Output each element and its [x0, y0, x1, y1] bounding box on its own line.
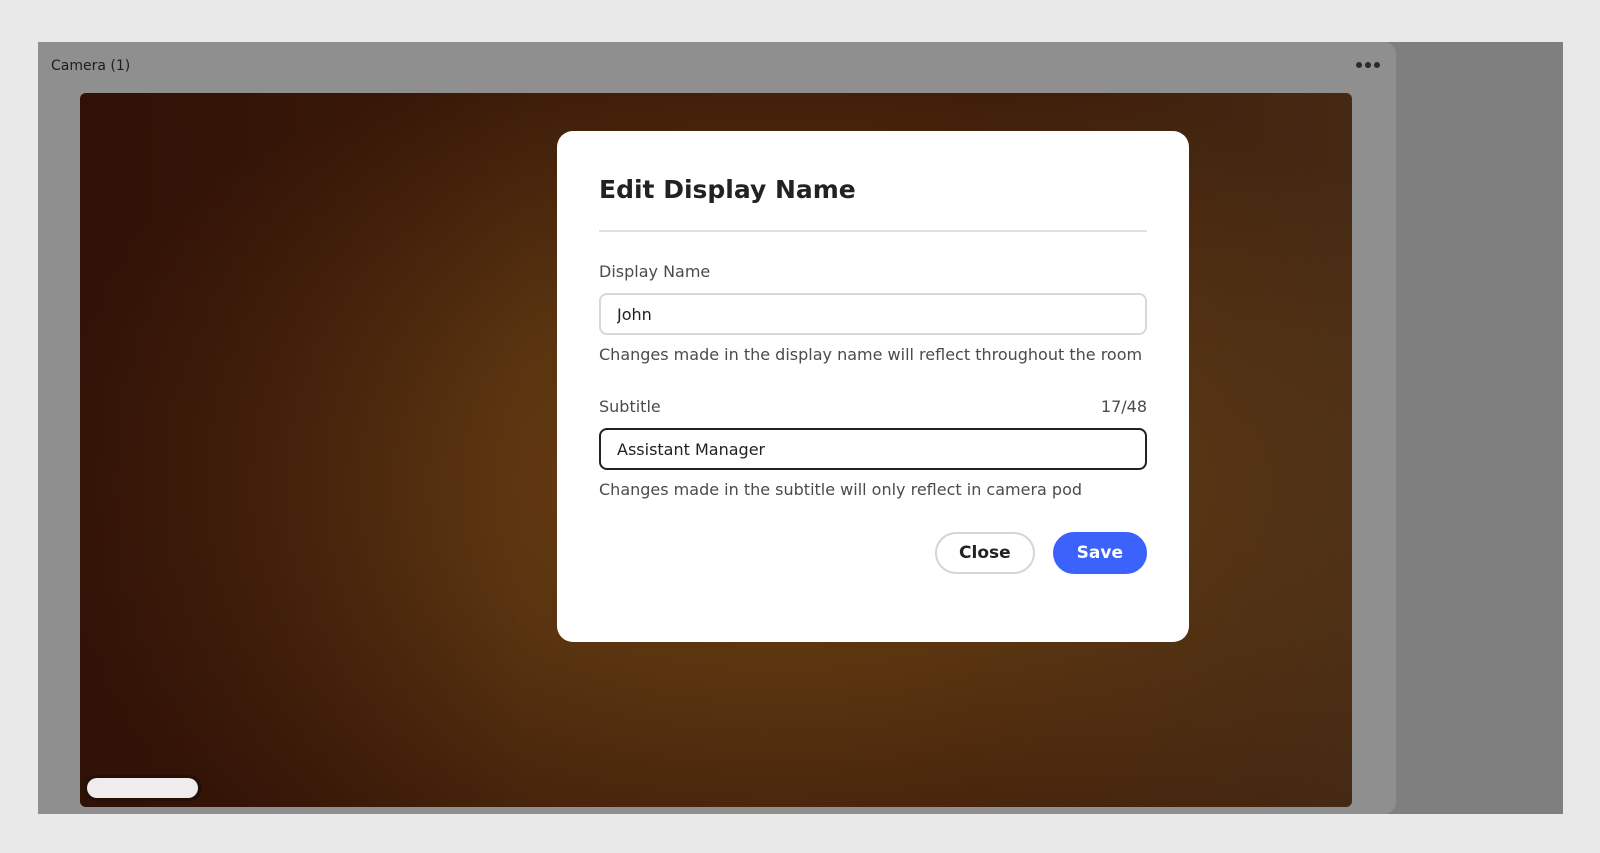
close-button[interactable]: Close — [935, 532, 1035, 574]
divider — [599, 230, 1147, 232]
display-name-help: Changes made in the display name will re… — [599, 345, 1143, 364]
display-name-input[interactable] — [599, 293, 1147, 335]
subtitle-counter: 17/48 — [1100, 397, 1147, 416]
edit-display-name-dialog: Edit Display Name Display Name Changes m… — [557, 131, 1189, 642]
more-options-icon[interactable] — [1352, 58, 1384, 72]
display-name-label: Display Name — [599, 262, 711, 281]
dialog-title: Edit Display Name — [599, 175, 856, 204]
name-pill — [84, 775, 202, 801]
subtitle-label: Subtitle — [599, 397, 661, 416]
save-button[interactable]: Save — [1052, 532, 1147, 574]
subtitle-help: Changes made in the subtitle will only r… — [599, 480, 1083, 499]
pod-title: Camera (1) — [51, 58, 131, 74]
subtitle-input[interactable] — [599, 428, 1147, 470]
